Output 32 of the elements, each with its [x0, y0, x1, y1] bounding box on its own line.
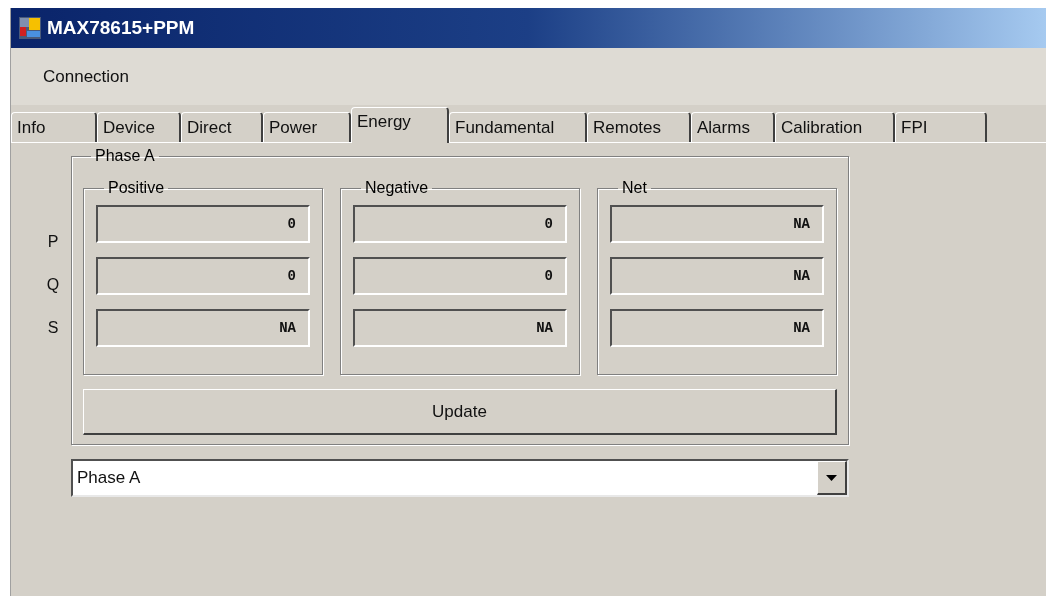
update-button[interactable]: Update: [83, 389, 837, 435]
value-field: 0: [353, 257, 567, 295]
tab[interactable]: Device: [97, 112, 181, 142]
tab[interactable]: Calibration: [775, 112, 895, 142]
value-field: NA: [610, 309, 824, 347]
app-icon: [19, 17, 41, 39]
tab[interactable]: Info: [11, 112, 97, 142]
value-field: 0: [96, 205, 310, 243]
row-label: Q: [45, 275, 61, 295]
tab[interactable]: Remotes: [587, 112, 691, 142]
tab[interactable]: Fundamental: [449, 112, 587, 142]
window-title: MAX78615+PPM: [47, 15, 195, 40]
tab[interactable]: Energy: [351, 107, 449, 143]
group-title: Phase A: [94, 147, 156, 165]
row-label: P: [46, 232, 60, 252]
value-field: NA: [96, 309, 310, 347]
group-title: Net: [621, 179, 648, 197]
value-field: NA: [610, 257, 824, 295]
tab[interactable]: Alarms: [691, 112, 775, 142]
phase-dropdown[interactable]: Phase A: [71, 459, 849, 497]
menu-item[interactable]: Connection: [35, 63, 137, 90]
tab[interactable]: Power: [263, 112, 351, 142]
dropdown-caret-icon: [826, 474, 837, 481]
value-field: NA: [353, 309, 567, 347]
value-field: NA: [610, 205, 824, 243]
group-title: Positive: [107, 179, 166, 197]
value-field: 0: [96, 257, 310, 295]
row-label: S: [46, 318, 60, 338]
value-field: 0: [353, 205, 567, 243]
tab[interactable]: FPI: [895, 112, 987, 142]
tab[interactable]: Direct: [181, 112, 263, 142]
group-title: Negative: [364, 179, 430, 197]
